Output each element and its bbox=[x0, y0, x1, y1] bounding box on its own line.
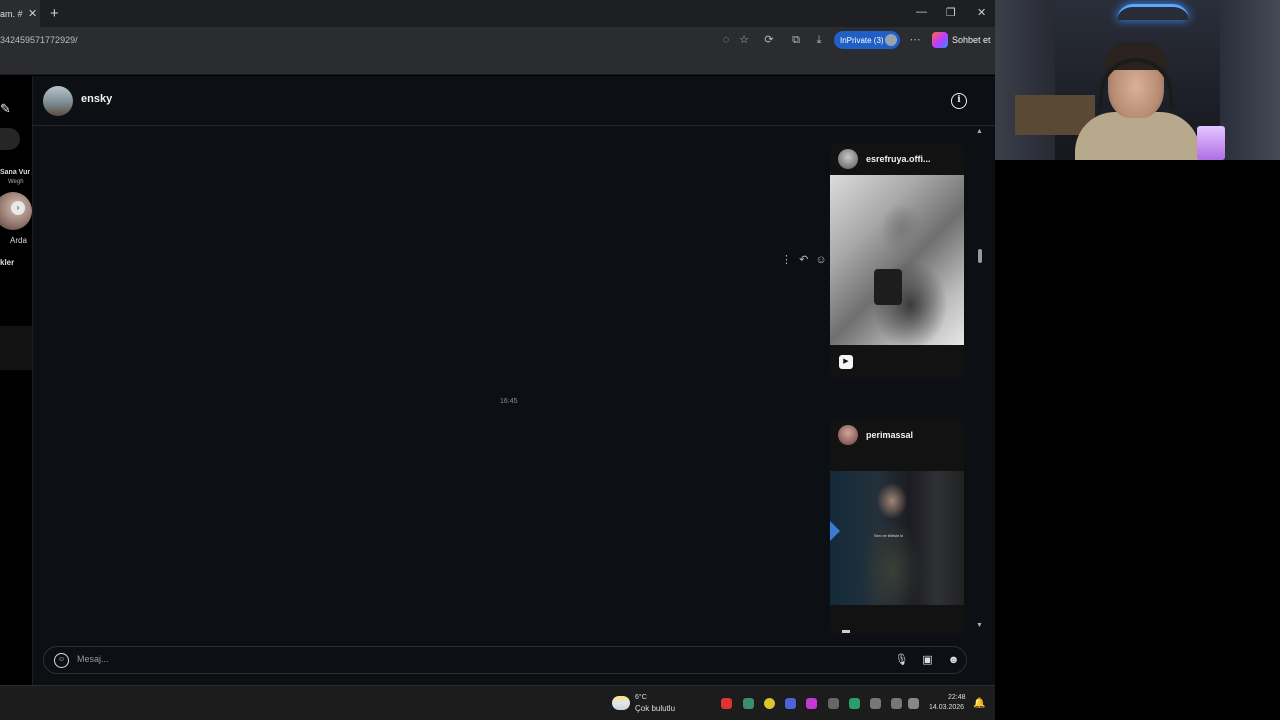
more-menu-icon[interactable]: ⋯ bbox=[908, 33, 922, 47]
curtain bbox=[1220, 0, 1280, 160]
tray-app-icon[interactable] bbox=[764, 698, 775, 709]
emoji-icon[interactable]: ☺ bbox=[54, 653, 69, 668]
tray-app-icon[interactable] bbox=[785, 698, 796, 709]
note-person-name: Arda bbox=[10, 236, 27, 245]
scroll-down-arrow-icon[interactable]: ▼ bbox=[976, 622, 983, 629]
microphone-icon[interactable]: 🎙 bbox=[894, 653, 909, 668]
bookmarks-bar bbox=[0, 53, 995, 75]
new-tab-icon[interactable]: + bbox=[50, 5, 59, 22]
tray-app-icon[interactable] bbox=[721, 698, 732, 709]
weather-cloud-icon[interactable] bbox=[612, 696, 630, 710]
neon-sign bbox=[1117, 4, 1189, 20]
note-title: Sana Vur bbox=[0, 169, 31, 176]
tab-close-icon[interactable]: ✕ bbox=[28, 7, 37, 20]
notification-bell-icon[interactable]: 🔔 bbox=[973, 698, 985, 709]
network-icon[interactable] bbox=[870, 698, 881, 709]
info-icon[interactable]: i bbox=[951, 93, 967, 109]
copilot-icon[interactable] bbox=[932, 32, 948, 48]
weather-temperature[interactable]: 6°C bbox=[635, 694, 647, 701]
card-header: esrefruya.offi... bbox=[830, 143, 964, 175]
section-label[interactable]: kler bbox=[0, 258, 14, 267]
instagram-page: ✎ Sana Vur Wegh › Arda kler ensky i ⋮ ↶ … bbox=[0, 76, 1025, 685]
collections-icon[interactable]: ⧉ bbox=[789, 33, 803, 47]
avatar bbox=[838, 425, 858, 445]
sticker-icon[interactable]: ☻ bbox=[946, 653, 961, 668]
display-icon[interactable] bbox=[891, 698, 902, 709]
close-window-icon[interactable]: ✕ bbox=[977, 6, 986, 19]
compose-icon[interactable]: ✎ bbox=[0, 101, 11, 117]
reel-thumbnail[interactable] bbox=[830, 175, 964, 345]
url-text[interactable]: 342459571772929/ bbox=[0, 35, 78, 45]
message-timestamp: 16:45 bbox=[500, 398, 518, 405]
profile-avatar bbox=[885, 34, 897, 46]
card-username[interactable]: perimassal bbox=[866, 430, 913, 440]
screen: am. # ✕ + — ❐ ✕ 342459571772929/ ◌ ☆ ⟳ ⧉… bbox=[0, 0, 1280, 720]
conversation-sidebar: ✎ Sana Vur Wegh › Arda kler bbox=[0, 76, 33, 685]
message-input[interactable] bbox=[77, 654, 857, 664]
avatar[interactable] bbox=[43, 86, 73, 116]
video-subtitle: Sen ne bilirsin ki bbox=[874, 533, 904, 538]
avatar bbox=[838, 149, 858, 169]
decorative-shape bbox=[830, 521, 840, 541]
chat-username[interactable]: ensky bbox=[81, 93, 112, 105]
shared-reel-card[interactable]: esrefruya.offi... ▶ bbox=[830, 143, 964, 379]
message-actions: ⋮ ↶ ☺ bbox=[781, 253, 831, 266]
reply-icon[interactable]: ↶ bbox=[799, 254, 808, 266]
inprivate-label: InPrivate (3) bbox=[840, 35, 884, 45]
chat-button-label[interactable]: Sohbet et bbox=[952, 35, 991, 45]
reel-indicator bbox=[842, 630, 850, 633]
more-options-icon[interactable]: ⋮ bbox=[781, 254, 792, 266]
refresh-icon[interactable]: ⟳ bbox=[762, 33, 776, 47]
mug bbox=[1197, 126, 1225, 160]
phone-shape bbox=[874, 269, 902, 305]
weather-description[interactable]: Çok bulutlu bbox=[635, 704, 675, 713]
chat-window: ensky i ⋮ ↶ ☺ esrefruya.offi... ▶ 16:45 bbox=[33, 76, 1025, 685]
download-icon[interactable]: ⤓ bbox=[812, 33, 826, 47]
favorite-star-icon[interactable]: ☆ bbox=[737, 33, 751, 47]
play-icon[interactable]: › bbox=[11, 201, 25, 215]
scrollbar-thumb[interactable] bbox=[978, 249, 982, 263]
clock-date[interactable]: 14.03.2026 bbox=[929, 704, 964, 711]
tray-app-icon[interactable] bbox=[849, 698, 860, 709]
chat-header: ensky i bbox=[33, 76, 995, 126]
browser-tab-bar: am. # ✕ + bbox=[0, 0, 995, 27]
reel-thumbnail[interactable]: Sen ne bilirsin ki bbox=[830, 471, 964, 605]
message-composer: ☺ 🎙 ▣ ☻ bbox=[43, 646, 967, 674]
volume-icon[interactable] bbox=[908, 698, 919, 709]
reel-icon: ▶ bbox=[839, 355, 853, 369]
inprivate-button[interactable]: InPrivate (3) bbox=[834, 31, 900, 49]
card-header: perimassal bbox=[830, 419, 964, 451]
chevron-icon[interactable] bbox=[828, 698, 839, 709]
black-area bbox=[995, 160, 1280, 720]
webcam-overlay bbox=[995, 0, 1280, 160]
tracking-off-icon[interactable]: ◌ bbox=[719, 33, 733, 47]
tab-title: am. # bbox=[0, 8, 23, 19]
restore-icon[interactable]: ❐ bbox=[946, 6, 956, 19]
react-emoji-icon[interactable]: ☺ bbox=[815, 254, 826, 266]
tray-app-icon[interactable] bbox=[743, 698, 754, 709]
search-pill[interactable] bbox=[0, 128, 20, 150]
shared-reel-card[interactable]: perimassal Sen ne bilirsin ki bbox=[830, 419, 964, 635]
clock-time[interactable]: 22:48 bbox=[948, 694, 966, 701]
taskbar: 6°C Çok bulutlu 22:48 14.03.2026 🔔 bbox=[0, 685, 995, 720]
image-icon[interactable]: ▣ bbox=[920, 653, 935, 668]
card-username[interactable]: esrefruya.offi... bbox=[866, 154, 931, 164]
streamer-body bbox=[1075, 112, 1200, 160]
minimize-icon[interactable]: — bbox=[916, 6, 927, 18]
note-subtitle: Wegh bbox=[8, 179, 24, 185]
selected-conversation[interactable] bbox=[0, 326, 32, 370]
browser-tab[interactable]: am. # ✕ bbox=[0, 0, 40, 27]
tray-app-icon[interactable] bbox=[806, 698, 817, 709]
curtain bbox=[995, 0, 1055, 160]
scroll-up-arrow-icon[interactable]: ▲ bbox=[976, 128, 983, 135]
